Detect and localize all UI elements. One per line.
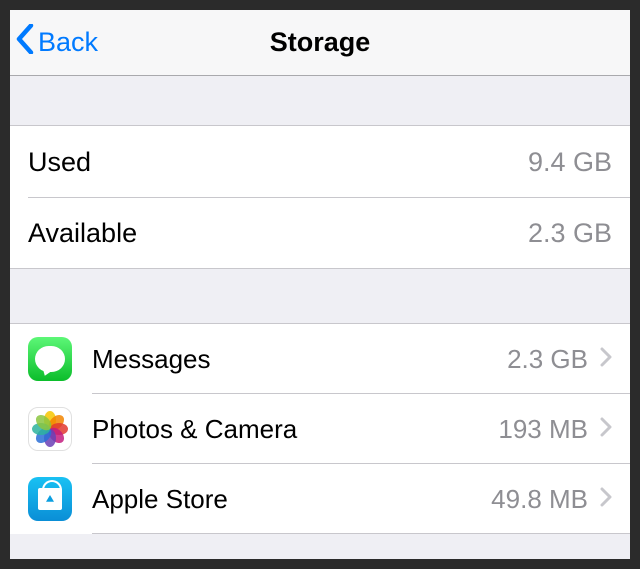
summary-value: 2.3 GB — [528, 218, 612, 249]
messages-icon — [28, 337, 72, 381]
storage-screen: Back Storage Used 9.4 GB Available 2.3 G… — [10, 10, 630, 559]
chevron-right-icon — [600, 487, 612, 512]
app-row-photos[interactable]: Photos & Camera 193 MB — [10, 394, 630, 464]
summary-row-available: Available 2.3 GB — [10, 198, 630, 268]
app-label: Messages — [92, 344, 507, 375]
nav-header: Back Storage — [10, 10, 630, 76]
chevron-right-icon — [600, 417, 612, 442]
app-label: Apple Store — [92, 484, 491, 515]
back-label: Back — [38, 27, 98, 58]
summary-label: Used — [28, 147, 528, 178]
summary-label: Available — [28, 218, 528, 249]
photos-icon — [28, 407, 72, 451]
back-button[interactable]: Back — [10, 24, 98, 61]
summary-list: Used 9.4 GB Available 2.3 GB — [10, 126, 630, 268]
app-row-apple-store[interactable]: Apple Store 49.8 MB — [10, 464, 630, 534]
app-store-icon — [28, 477, 72, 521]
section-spacer — [10, 268, 630, 324]
app-label: Photos & Camera — [92, 414, 498, 445]
summary-value: 9.4 GB — [528, 147, 612, 178]
section-spacer — [10, 76, 630, 126]
app-size: 2.3 GB — [507, 344, 588, 375]
app-size: 49.8 MB — [491, 484, 588, 515]
summary-row-used: Used 9.4 GB — [10, 126, 630, 198]
page-title: Storage — [10, 27, 630, 58]
app-size: 193 MB — [498, 414, 588, 445]
apps-list: Messages 2.3 GB Photos & Camera 193 MB — [10, 324, 630, 534]
back-chevron-icon — [16, 24, 38, 61]
app-row-messages[interactable]: Messages 2.3 GB — [10, 324, 630, 394]
chevron-right-icon — [600, 347, 612, 372]
